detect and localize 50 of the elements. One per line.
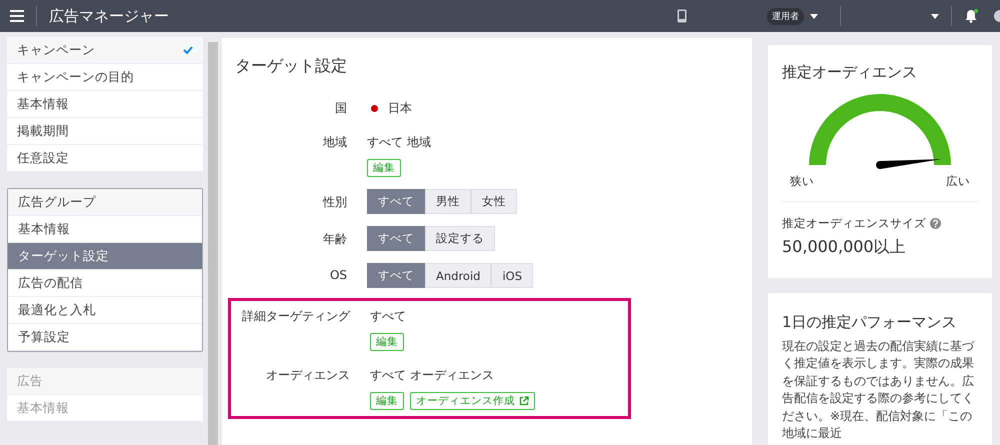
menu-icon[interactable] [10,10,24,22]
sidebar-item[interactable]: ターゲット設定 [8,243,202,270]
size-label: 推定オーディエンスサイズ [782,216,926,231]
segment-button[interactable]: すべて [367,189,425,214]
field-label: 詳細ターゲティング [241,308,350,325]
bell-icon[interactable] [964,9,978,23]
segment-button[interactable]: iOS [491,263,534,288]
gauge-min-label: 狭い [790,174,814,189]
field-value: 日本 [388,100,412,117]
segment-button[interactable]: 設定する [425,226,495,251]
field-label: 性別 [322,194,347,211]
field-value: すべて オーディエンス [370,367,495,384]
segment-button[interactable]: Android [425,263,492,288]
segment-button[interactable]: すべて [367,263,425,288]
section-title: 広告 [17,372,43,390]
sidebar-item[interactable]: 最適化と入札 [8,297,202,324]
segment-button[interactable]: 男性 [425,189,471,214]
role-badge[interactable]: 運用者 [767,8,804,24]
scrollbar[interactable] [208,42,218,445]
section-title: 広告グループ [18,194,96,210]
field-label: 地域 [322,134,347,151]
card-title: 推定オーディエンス [782,63,918,82]
sidebar-item[interactable]: 基本情報 [7,91,203,118]
sidebar-item[interactable]: 掲載期間 [7,118,203,145]
section-title: キャンペーン [17,42,95,58]
field-label: オーディエンス [265,367,350,384]
app-title: 広告マネージャー [49,6,169,26]
flag-dot-icon [371,105,378,112]
tablet-icon[interactable] [677,9,687,23]
sidebar-item[interactable]: キャンペーンの目的 [7,64,203,91]
field-value: すべて 地域 [367,134,431,151]
field-value: すべて [370,308,406,325]
sidebar-item[interactable]: 広告グループ [8,189,202,216]
form-title: ターゲット設定 [235,56,348,77]
sidebar-item[interactable]: 任意設定 [7,145,203,172]
caret-icon[interactable] [810,14,818,18]
sidebar-item[interactable]: キャンペーン [7,37,203,64]
caret-icon[interactable] [931,14,939,18]
help-icon[interactable] [930,218,941,229]
card-title: 1日の推定パフォーマンス [782,313,958,332]
field-label: 年齢 [322,231,347,248]
gauge-max-label: 広い [946,174,970,189]
size-value: 50,000,000以上 [782,237,907,258]
sidebar-item[interactable]: 広告の配信 [8,270,202,297]
field-label: 国 [334,100,347,117]
segment-button[interactable]: すべて [367,226,425,251]
sidebar-item[interactable]: 予算設定 [8,324,202,351]
field-label: OS [328,267,347,282]
description-text: 現在の設定と過去の配信実績に基づく推定値を表示します。実際の成果を保証するものではありません。広告配信を設定する際の参考にしてください。※現在、配信対象に「この地域に最近 [782,338,976,442]
segment-button[interactable]: 女性 [471,189,517,214]
